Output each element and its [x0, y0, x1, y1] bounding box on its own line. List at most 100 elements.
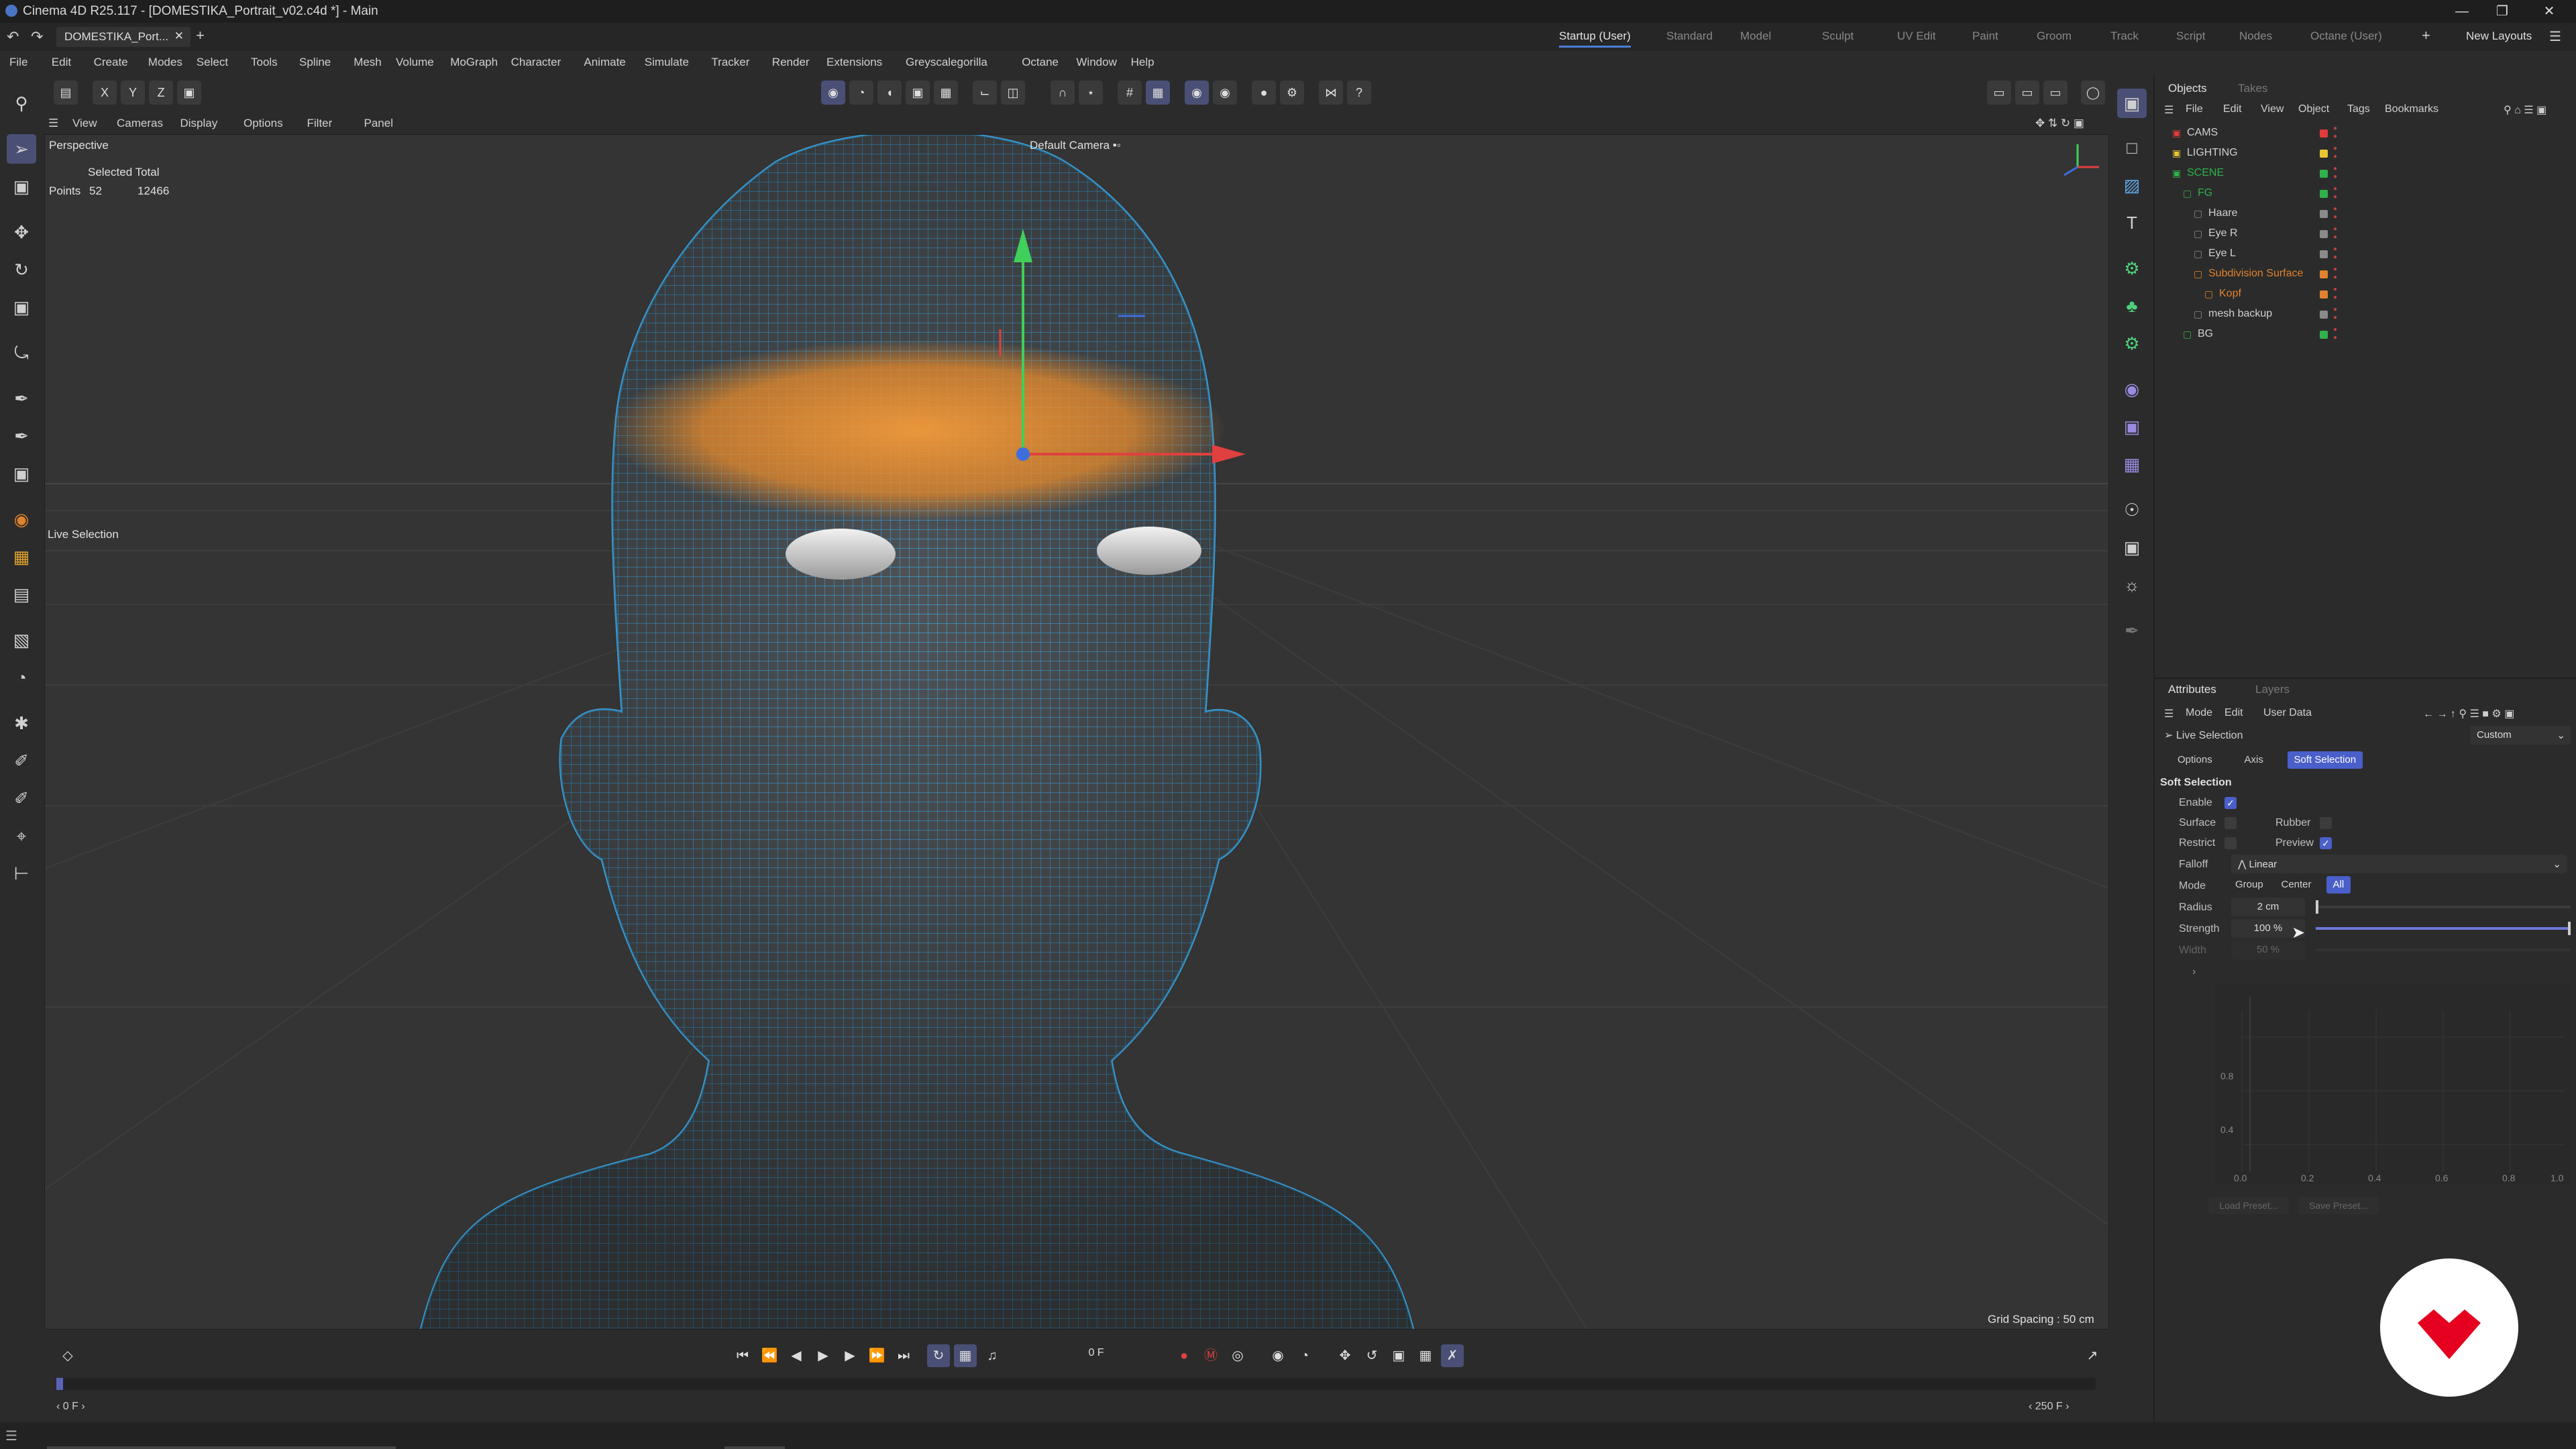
menu-mesh[interactable]: Mesh [354, 56, 382, 69]
render-settings-clapper-icon[interactable]: ▭ [2043, 80, 2068, 105]
axis-z-lock[interactable]: Z [149, 80, 173, 105]
field-icon[interactable]: ⚙ [2117, 329, 2147, 358]
close-tab-icon[interactable]: ✕ [174, 30, 184, 43]
layout-tab[interactable]: Nodes [2239, 30, 2272, 43]
previous-key-icon[interactable]: ⏪ [758, 1344, 781, 1367]
object-row[interactable]: ▢ Haare ● ● [2155, 204, 2576, 224]
scale-icon[interactable]: ▣ [7, 292, 36, 322]
measure-icon[interactable]: ⌖ [7, 821, 36, 851]
tab-layers[interactable]: Layers [2255, 683, 2290, 696]
tab-objects[interactable]: Objects [2168, 82, 2207, 95]
object-row[interactable]: ▣ LIGHTING ● ● [2155, 144, 2576, 164]
layout-tab[interactable]: Track [2110, 30, 2139, 43]
viewport-menu-options[interactable]: Options [244, 117, 283, 130]
help-query-icon[interactable]: ? [1347, 80, 1371, 105]
falloff-dropdown[interactable]: ⋀ Linear ⌄ [2231, 855, 2567, 873]
objects-menu-tags[interactable]: Tags [2347, 103, 2370, 115]
menu-file[interactable]: File [9, 56, 28, 69]
volume-icon[interactable]: ▦ [2117, 449, 2147, 479]
go-to-end-icon[interactable]: ⏭ [892, 1344, 915, 1367]
viewport-layout-icon[interactable]: ▣ [2117, 89, 2147, 118]
layout-menu-icon[interactable]: ☰ [2549, 28, 2561, 45]
record-icon[interactable]: ● [1173, 1344, 1195, 1367]
environment-icon[interactable]: ☉ [2117, 495, 2147, 525]
objects-menu-object[interactable]: Object [2298, 103, 2329, 115]
move-icon[interactable]: ✥ [7, 217, 36, 247]
cloner-icon[interactable]: ⚙ [2117, 254, 2147, 283]
attributes-menu-icon[interactable]: ☰ [2164, 707, 2174, 720]
menu-octane[interactable]: Octane [1022, 56, 1059, 69]
deformer-icon[interactable]: ▦ [7, 542, 36, 572]
key-rotation-icon[interactable]: ◔ [1293, 1344, 1316, 1367]
render-view-icon[interactable]: ▭ [1987, 80, 2011, 105]
menu-window[interactable]: Window [1076, 56, 1116, 69]
subtab-axis[interactable]: Axis [2238, 751, 2270, 769]
visibility-toggle[interactable]: ● ● [2333, 225, 2337, 241]
layer-color-swatch[interactable] [2320, 230, 2328, 238]
mode-option-center[interactable]: Center [2275, 876, 2318, 894]
visibility-toggle[interactable]: ● ● [2333, 125, 2337, 141]
menu-help[interactable]: Help [1131, 56, 1155, 69]
layout-tab[interactable]: Startup (User) [1559, 30, 1631, 48]
viewport-menu-display[interactable]: Display [180, 117, 218, 130]
floor-icon[interactable]: ▤ [7, 580, 36, 609]
status-menu-icon[interactable]: ☰ [5, 1428, 17, 1444]
close-icon[interactable]: ✕ [2522, 1, 2576, 21]
grid-icon[interactable]: # [1118, 80, 1142, 105]
attributes-menu-edit[interactable]: Edit [2224, 707, 2243, 719]
layer-color-swatch[interactable] [2320, 331, 2328, 339]
viewport-solo-icon[interactable]: ◉ [1213, 80, 1237, 105]
autokey-icon[interactable]: Ⓜ [1199, 1344, 1222, 1367]
axis-x-lock[interactable]: X [93, 80, 117, 105]
undo-history-icon[interactable]: ▤ [54, 80, 78, 105]
layout-tab[interactable]: Sculpt [1822, 30, 1854, 43]
viewport-menu-cameras[interactable]: Cameras [117, 117, 163, 130]
menu-greyscalegorilla[interactable]: Greyscalegorilla [906, 56, 987, 69]
layout-tab[interactable]: Script [2176, 30, 2205, 43]
render-region-icon[interactable]: ● [1252, 80, 1276, 105]
visibility-toggle[interactable]: ● ● [2333, 306, 2337, 322]
extrude-icon[interactable]: ▧ [7, 625, 36, 655]
visibility-toggle[interactable]: ● ● [2333, 286, 2337, 302]
tab-attributes[interactable]: Attributes [2168, 683, 2216, 696]
restore-icon[interactable]: ❐ [2475, 1, 2529, 21]
next-frame-icon[interactable]: ▶ [839, 1344, 861, 1367]
menu-render[interactable]: Render [772, 56, 810, 69]
surface-checkbox[interactable] [2224, 817, 2237, 829]
menu-spline[interactable]: Spline [299, 56, 331, 69]
workplane-icon[interactable]: ▦ [1146, 80, 1170, 105]
layer-color-swatch[interactable] [2320, 129, 2328, 138]
camera-icon[interactable]: ▣ [2117, 533, 2147, 562]
render-picture-viewer-icon[interactable]: ▭ [2015, 80, 2039, 105]
solo-icon[interactable]: ◉ [1185, 80, 1209, 105]
timeline-tools-icon[interactable]: ✗ [1441, 1344, 1464, 1367]
brush-icon[interactable]: ✐ [7, 746, 36, 775]
load-preset-button[interactable]: Load Preset... [2208, 1197, 2289, 1214]
objects-menu-icon[interactable]: ☰ [2164, 103, 2174, 117]
strength-slider[interactable] [2316, 922, 2571, 935]
layout-tab[interactable]: Paint [1972, 30, 1998, 43]
texture-mode-icon[interactable]: ◫ [1001, 80, 1025, 105]
go-to-start-icon[interactable]: ⏮ [731, 1344, 754, 1367]
objects-menu-bookmarks[interactable]: Bookmarks [2385, 103, 2438, 115]
falloff-graph[interactable]: 0.8 0.4 0.0 0.2 0.4 0.6 0.8 1.0 [2215, 983, 2571, 1185]
next-key-icon[interactable]: ⏩ [865, 1344, 888, 1367]
keyframe-icon[interactable]: ◇ [56, 1344, 79, 1367]
visibility-toggle[interactable]: ● ● [2333, 246, 2337, 262]
viewport-menu-filter[interactable]: Filter [307, 117, 333, 130]
live-selection-icon[interactable]: ➢ [7, 134, 36, 164]
new-tab-icon[interactable]: + [196, 27, 205, 44]
pen-icon[interactable]: ✒ [7, 384, 36, 413]
radius-slider[interactable] [2316, 900, 2571, 914]
edges-mode-icon[interactable]: ◔ [849, 80, 873, 105]
preview-checkbox[interactable]: ✓ [2320, 837, 2332, 849]
snap-icon[interactable]: ⋆ [1079, 80, 1103, 105]
menu-volume[interactable]: Volume [396, 56, 434, 69]
playback-range-icon[interactable]: ▦ [954, 1344, 977, 1367]
enable-checkbox[interactable]: ✓ [2224, 797, 2237, 809]
restrict-checkbox[interactable] [2224, 837, 2237, 849]
light-icon[interactable]: ☼ [2117, 570, 2147, 600]
coordinates-icon[interactable]: ⊢ [7, 859, 36, 888]
menu-tools[interactable]: Tools [251, 56, 278, 69]
previous-frame-icon[interactable]: ◀ [785, 1344, 808, 1367]
